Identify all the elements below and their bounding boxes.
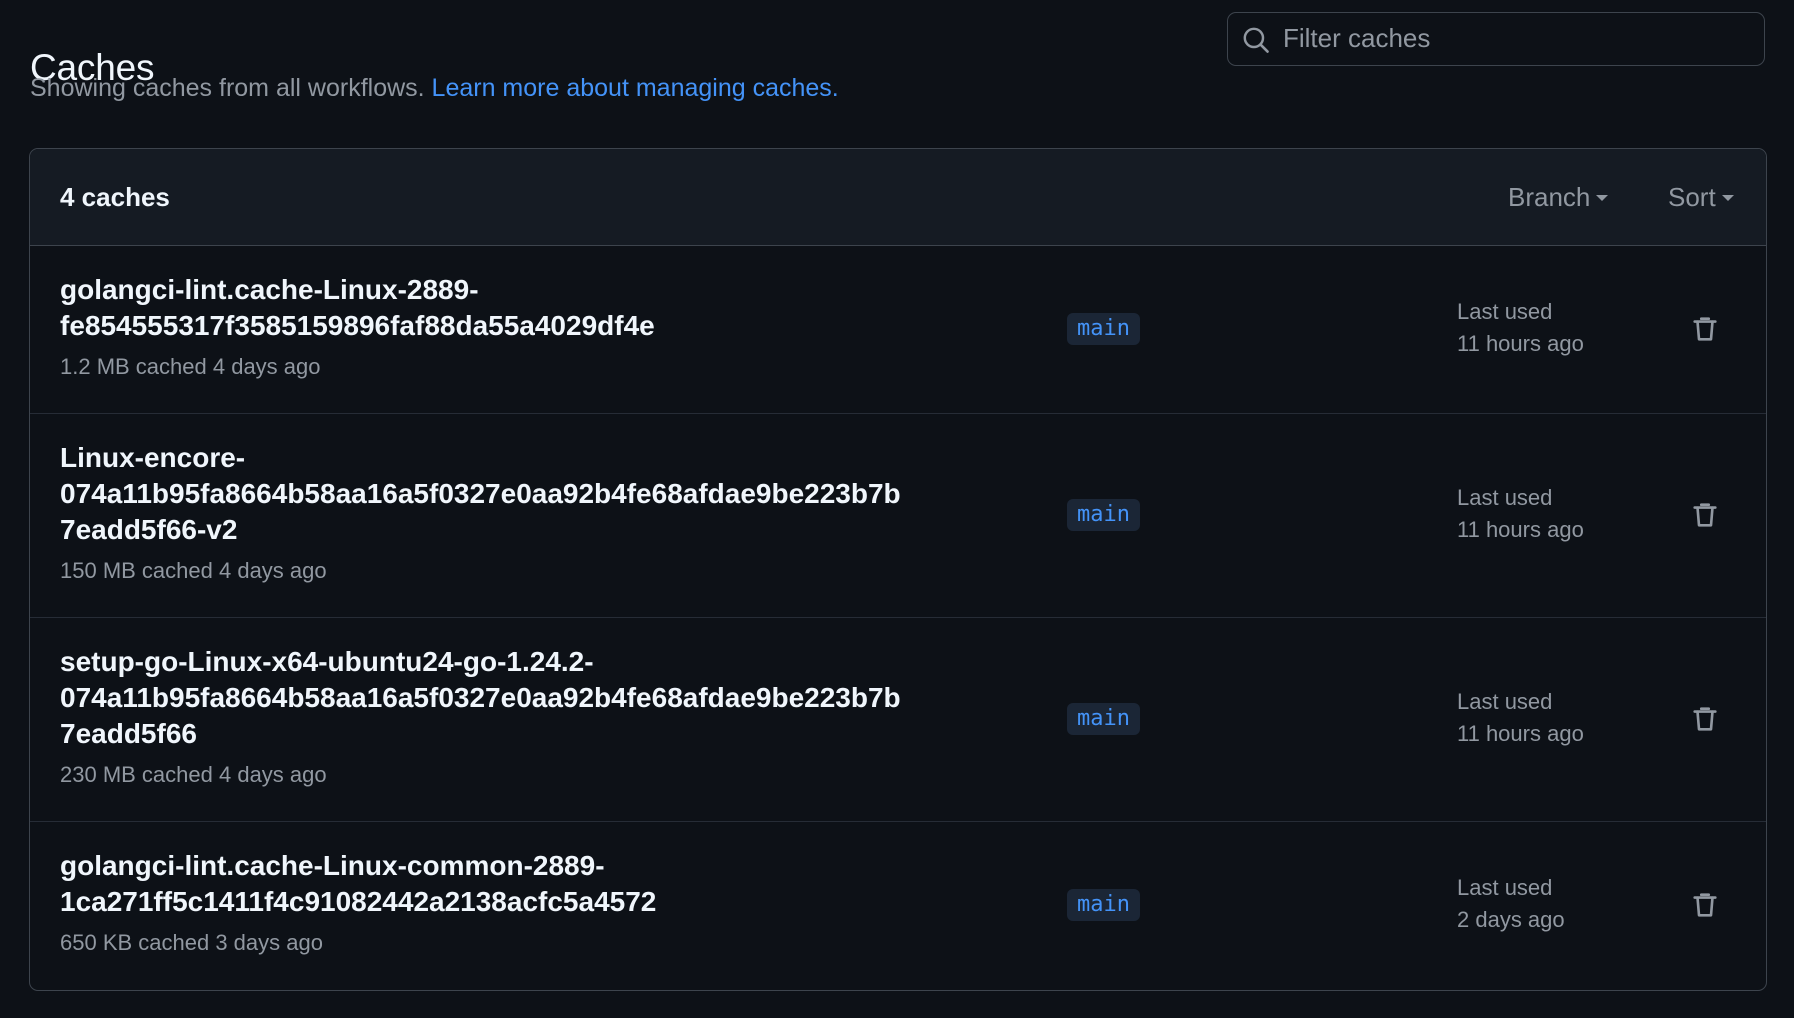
last-used-label: Last used bbox=[1457, 485, 1553, 510]
cache-name-line: 7eadd5f66 bbox=[60, 718, 197, 749]
cache-name-line: 7eadd5f66-v2 bbox=[60, 514, 238, 545]
last-used: Last used 11 hours ago bbox=[1457, 686, 1584, 750]
last-used-label: Last used bbox=[1457, 875, 1553, 900]
cache-row: setup-go-Linux-x64-ubuntu24-go-1.24.2- 0… bbox=[30, 618, 1766, 822]
last-used-label: Last used bbox=[1457, 689, 1553, 714]
cache-row: golangci-lint.cache-Linux-2889- fe854555… bbox=[30, 246, 1766, 414]
cache-name-line: 1ca271ff5c1411f4c91082442a2138acfc5a4572 bbox=[60, 886, 657, 917]
last-used-label: Last used bbox=[1457, 299, 1553, 324]
filter-caches-box[interactable] bbox=[1227, 12, 1765, 66]
branch-label: main bbox=[1067, 313, 1140, 345]
last-used-value: 11 hours ago bbox=[1457, 517, 1584, 542]
cache-meta: 1.2 MB cached 4 days ago bbox=[60, 354, 321, 379]
caret-down-icon bbox=[1721, 194, 1734, 201]
cache-name-line: 074a11b95fa8664b58aa16a5f0327e0aa92b4fe6… bbox=[60, 478, 901, 509]
trash-icon[interactable] bbox=[1690, 314, 1720, 344]
trash-icon[interactable] bbox=[1690, 704, 1720, 734]
cache-row: Linux-encore- 074a11b95fa8664b58aa16a5f0… bbox=[30, 414, 1766, 618]
branch-filter-label: Branch bbox=[1508, 182, 1591, 212]
subtitle-text: Showing caches from all workflows. bbox=[30, 74, 425, 102]
learn-more-link[interactable]: Learn more about managing caches. bbox=[432, 74, 839, 102]
cache-meta: 230 MB cached 4 days ago bbox=[60, 762, 327, 787]
last-used-value: 11 hours ago bbox=[1457, 331, 1584, 356]
branch-label: main bbox=[1067, 703, 1140, 735]
last-used: Last used 2 days ago bbox=[1457, 872, 1565, 936]
cache-name: golangci-lint.cache-Linux-common-2889- 1… bbox=[60, 848, 1020, 920]
cache-meta: 150 MB cached 4 days ago bbox=[60, 558, 327, 583]
filter-caches-input[interactable] bbox=[1283, 13, 1753, 64]
last-used: Last used 11 hours ago bbox=[1457, 482, 1584, 546]
trash-icon[interactable] bbox=[1690, 890, 1720, 920]
branch-label: main bbox=[1067, 889, 1140, 921]
last-used: Last used 11 hours ago bbox=[1457, 296, 1584, 360]
last-used-value: 11 hours ago bbox=[1457, 721, 1584, 746]
sort-label: Sort bbox=[1668, 182, 1716, 212]
trash-icon[interactable] bbox=[1690, 500, 1720, 530]
sort-dropdown[interactable]: Sort bbox=[1668, 179, 1734, 215]
cache-name: Linux-encore- 074a11b95fa8664b58aa16a5f0… bbox=[60, 440, 1020, 548]
cache-name: setup-go-Linux-x64-ubuntu24-go-1.24.2- 0… bbox=[60, 644, 1020, 752]
page-subtitle: Showing caches from all workflows. Learn… bbox=[30, 70, 839, 106]
last-used-value: 2 days ago bbox=[1457, 907, 1565, 932]
cache-name-line: Linux-encore- bbox=[60, 442, 246, 473]
branch-label: main bbox=[1067, 499, 1140, 531]
cache-name: golangci-lint.cache-Linux-2889- fe854555… bbox=[60, 272, 1020, 344]
caches-panel-header: 4 caches Branch Sort bbox=[30, 149, 1766, 246]
caret-down-icon bbox=[1596, 194, 1609, 201]
cache-row: golangci-lint.cache-Linux-common-2889- 1… bbox=[30, 822, 1766, 990]
cache-name-line: 074a11b95fa8664b58aa16a5f0327e0aa92b4fe6… bbox=[60, 682, 901, 713]
cache-name-line: golangci-lint.cache-Linux-2889- bbox=[60, 274, 479, 305]
caches-panel: 4 caches Branch Sort golangci-lint.cache… bbox=[29, 148, 1767, 991]
cache-count: 4 caches bbox=[60, 182, 170, 212]
cache-name-line: setup-go-Linux-x64-ubuntu24-go-1.24.2- bbox=[60, 646, 594, 677]
branch-filter-dropdown[interactable]: Branch bbox=[1508, 179, 1609, 215]
search-icon bbox=[1243, 27, 1269, 53]
cache-meta: 650 KB cached 3 days ago bbox=[60, 930, 323, 955]
cache-name-line: fe854555317f3585159896faf88da55a4029df4e bbox=[60, 310, 655, 341]
cache-name-line: golangci-lint.cache-Linux-common-2889- bbox=[60, 850, 605, 881]
